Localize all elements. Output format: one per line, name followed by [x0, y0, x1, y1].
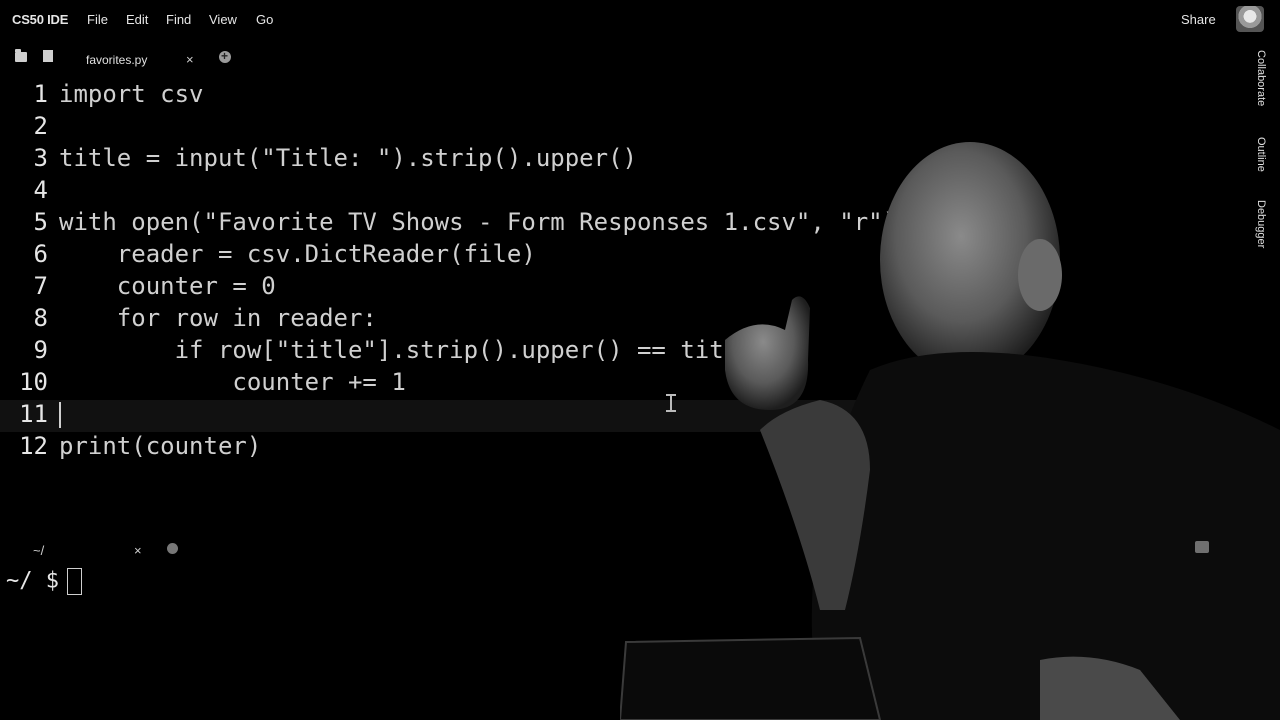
close-icon[interactable]: ×: [134, 543, 142, 558]
menu-file[interactable]: File: [87, 12, 108, 27]
code-text: print(counter): [59, 432, 262, 460]
close-icon[interactable]: ×: [186, 52, 194, 67]
presenter-hand: [725, 296, 810, 410]
menu-find[interactable]: Find: [166, 12, 191, 27]
line-number: 3: [33, 144, 48, 172]
menu-view[interactable]: View: [209, 12, 237, 27]
code-text: for row in reader:: [59, 304, 377, 332]
terminal-prompt: ~/ $: [6, 568, 59, 594]
terminal-cursor: [66, 568, 82, 595]
line-number: 11: [19, 400, 48, 428]
code-line: 1 import csv: [0, 80, 900, 112]
code-text: reader = csv.DictReader(file): [59, 240, 536, 268]
menu-edit[interactable]: Edit: [126, 12, 148, 27]
editor-tab-bar: favorites.py ×: [0, 44, 1240, 74]
share-button[interactable]: Share: [1181, 12, 1216, 27]
code-text: counter += 1: [59, 368, 406, 396]
line-number: 9: [33, 336, 48, 364]
terminal-tab[interactable]: ~/: [33, 543, 44, 558]
settings-icon[interactable]: [1195, 541, 1209, 553]
presenter-image: [620, 142, 1280, 720]
code-text: title = input("Title: ").strip().upper(): [59, 144, 637, 172]
line-number: 10: [19, 368, 48, 396]
app-brand[interactable]: CS50 IDE: [12, 12, 68, 27]
line-number: 1: [33, 80, 48, 108]
file-icon[interactable]: [43, 50, 53, 62]
code-text: import csv: [59, 80, 204, 108]
side-tab-collaborate[interactable]: Collaborate: [1255, 50, 1267, 106]
tab-favorites-py[interactable]: favorites.py: [86, 53, 147, 67]
menu-go[interactable]: Go: [256, 12, 273, 27]
line-number: 7: [33, 272, 48, 300]
plus-circle-icon[interactable]: [167, 543, 178, 554]
line-number: 8: [33, 304, 48, 332]
line-number: 2: [33, 112, 48, 140]
line-number: 6: [33, 240, 48, 268]
code-text: counter = 0: [59, 272, 276, 300]
folder-icon[interactable]: [15, 49, 27, 62]
menu-bar: CS50 IDE File Edit Find View Go: [0, 0, 1280, 38]
line-number: 4: [33, 176, 48, 204]
user-avatar-icon[interactable]: [1236, 6, 1264, 32]
terminal[interactable]: ~/ $: [6, 568, 82, 595]
lectern: [620, 636, 882, 720]
plus-circle-icon[interactable]: [219, 49, 231, 63]
line-number: 5: [33, 208, 48, 236]
text-cursor: [59, 402, 61, 428]
line-number: 12: [19, 432, 48, 460]
presenter-ear: [1018, 239, 1062, 311]
terminal-tab-bar: ~/ ×: [0, 540, 400, 564]
